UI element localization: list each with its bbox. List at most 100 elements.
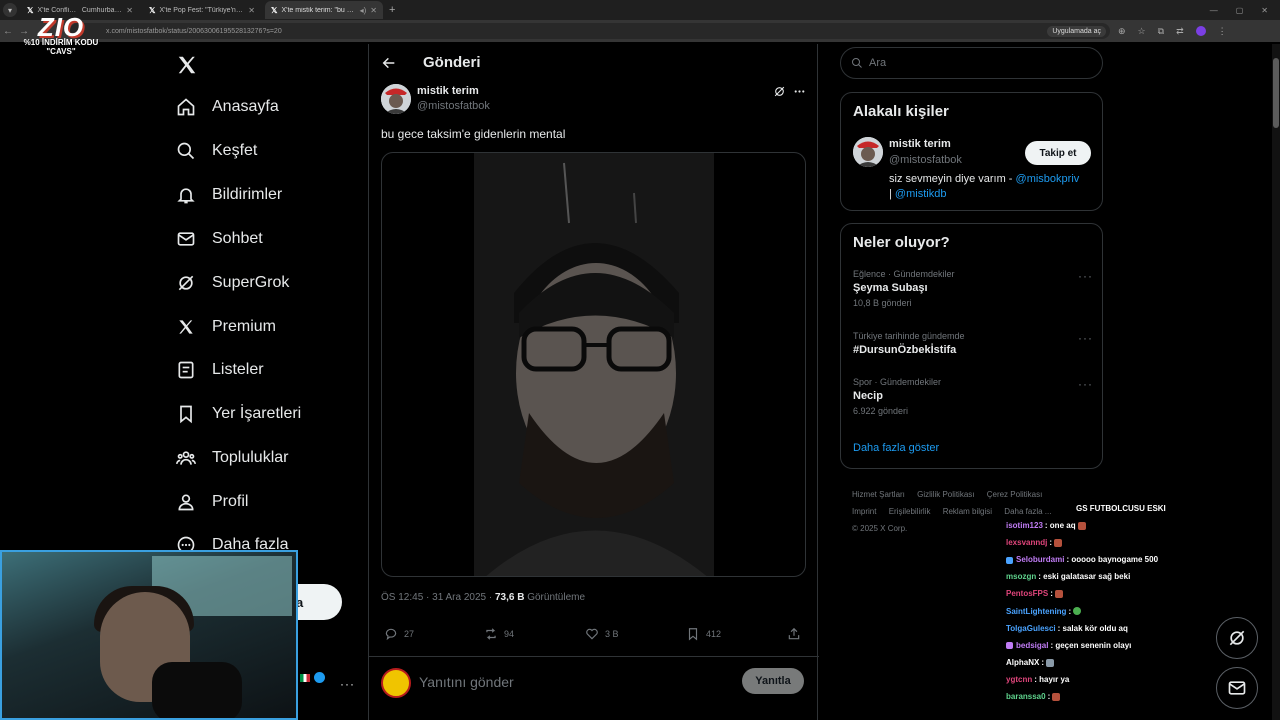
star-icon[interactable]: ☆ — [1138, 26, 1146, 37]
more-options-icon[interactable] — [793, 85, 806, 98]
footer-link[interactable]: Gizlilik Politikası — [917, 490, 974, 499]
chat-user: msozgn — [1006, 572, 1037, 582]
nav-messages[interactable]: Sohbet — [176, 229, 263, 249]
search-input[interactable]: Ara — [840, 47, 1103, 79]
search-icon — [177, 142, 195, 160]
trend-more-icon[interactable]: ··· — [1078, 269, 1093, 283]
chat-message: lexsvanndj: — [1006, 534, 1206, 551]
open-in-app-chip[interactable]: Uygulamada aç — [1047, 25, 1106, 37]
nav-notifications[interactable]: Bildirimler — [176, 185, 282, 205]
reply-button[interactable]: Yanıtla — [742, 668, 804, 694]
post-button[interactable]: a — [296, 584, 342, 620]
reply-input[interactable]: Yanıtını gönder — [419, 674, 514, 690]
trend-count: 6.922 gönderi — [853, 406, 909, 416]
search-placeholder: Ara — [869, 57, 887, 69]
chat-text: : — [1041, 657, 1045, 667]
browser-avatar[interactable] — [1195, 25, 1206, 36]
nav-explore[interactable]: Keşfet — [176, 141, 257, 161]
back-nav-icon[interactable]: ← — [0, 26, 16, 37]
chat-message: ygtcnn: hayır ya — [1006, 671, 1206, 688]
footer-link[interactable]: Imprint — [852, 507, 876, 516]
post-author-avatar[interactable] — [381, 84, 411, 114]
trend-context: Spor · Gündemdekiler — [853, 377, 942, 387]
x-logo-icon[interactable] — [176, 54, 198, 76]
scrollbar-thumb[interactable] — [1273, 58, 1279, 128]
like-count: 3 B — [605, 629, 619, 639]
post-author-name[interactable]: mistik terim — [417, 85, 479, 97]
like-action[interactable]: 3 B — [585, 627, 619, 641]
chat-message: bedsigal: geçen senenin olayı — [1006, 637, 1206, 654]
tab-title: X'te Pop Fest: "Türkiye'nin yeni — [159, 6, 244, 14]
minimize-icon[interactable]: — — [1210, 6, 1218, 15]
footer-link[interactable]: Hizmet Şartları — [852, 490, 905, 499]
nav-supergrok[interactable]: SuperGrok — [176, 273, 289, 293]
trend-count: 10,8 B gönderi — [853, 298, 912, 308]
nav-home[interactable]: Anasayfa — [176, 97, 279, 117]
reply-action[interactable]: 27 — [384, 627, 414, 641]
follow-button[interactable]: Takip et — [1025, 141, 1091, 165]
nav-communities[interactable]: Topluluklar — [176, 448, 288, 468]
related-avatar[interactable] — [853, 137, 883, 167]
browser-tab[interactable]: 𝕏 X'te Pop Fest: "Türkiye'nin yeni ✕ — [143, 1, 261, 19]
account-switcher[interactable] — [300, 672, 325, 683]
tab-close-icon[interactable]: ✕ — [126, 6, 133, 15]
account-more-icon[interactable]: ··· — [340, 677, 355, 691]
nav-lists[interactable]: Listeler — [176, 360, 264, 380]
show-more-link[interactable]: Daha fazla göster — [853, 442, 939, 454]
chat-user: TolgaGulesci — [1006, 623, 1056, 633]
nav-label: Sohbet — [212, 230, 263, 247]
speaker-icon[interactable]: ◂) — [360, 6, 367, 15]
maximize-icon[interactable]: ▢ — [1236, 6, 1244, 15]
grok-float-button[interactable] — [1216, 617, 1258, 659]
browser-menu-icon[interactable]: ⋮ — [1218, 26, 1227, 37]
page-scrollbar[interactable] — [1272, 44, 1280, 720]
post-video[interactable] — [381, 152, 806, 577]
related-name[interactable]: mistik terim — [889, 138, 951, 150]
profile-switch-icon[interactable]: ⇄ — [1176, 26, 1184, 37]
tab-search-icon[interactable]: ▾ — [3, 3, 17, 17]
bookmark-action[interactable]: 412 — [686, 627, 721, 641]
post-time[interactable]: ÖS 12:45 · 31 Ara 2025 · — [381, 592, 495, 603]
messages-float-button[interactable] — [1216, 667, 1258, 709]
trend-item[interactable]: Türkiye tarihinde gündemde #DursunÖzbekİ… — [853, 331, 1093, 356]
share-action[interactable] — [787, 627, 801, 641]
back-arrow-icon[interactable] — [381, 55, 397, 71]
share-icon — [788, 627, 800, 640]
grok-icon[interactable] — [773, 85, 786, 98]
nav-profile[interactable]: Profil — [176, 492, 248, 512]
chat-message: isotim123: one aq — [1006, 517, 1206, 534]
x-logo-icon — [179, 320, 193, 334]
tab-title: X'te mistik terim: "bu gece t — [281, 6, 355, 14]
trend-item[interactable]: Spor · Gündemdekiler Necip 6.922 gönderi… — [853, 377, 1093, 416]
window-close-icon[interactable]: ✕ — [1261, 6, 1268, 15]
tab-close-icon[interactable]: ✕ — [248, 6, 255, 15]
browser-tab-active[interactable]: 𝕏 X'te mistik terim: "bu gece t ◂) ✕ — [265, 1, 383, 19]
tab-close-icon[interactable]: ✕ — [370, 6, 377, 15]
chat-message: baranssa0: — [1006, 688, 1206, 705]
nav-bookmarks[interactable]: Yer İşaretleri — [176, 404, 301, 424]
nav-label: Profil — [212, 493, 249, 510]
trend-item[interactable]: Eğlence · Gündemdekiler Şeyma Subaşı 10,… — [853, 269, 1093, 308]
emote-icon — [1077, 521, 1086, 530]
repost-action[interactable]: 94 — [484, 627, 514, 641]
bell-icon — [177, 188, 195, 204]
bio-link[interactable]: @mistikdb — [895, 188, 947, 200]
post-author-handle[interactable]: @mistosfatbok — [417, 100, 490, 112]
chat-user: AlphaNX — [1006, 657, 1040, 667]
related-handle[interactable]: @mistosfatbok — [889, 154, 962, 166]
extensions-icon[interactable]: ⧉ — [1158, 26, 1164, 37]
chat-message: Seloburdami: ooooo baynogame 500 — [1006, 551, 1206, 568]
zoom-icon[interactable]: ⊕ — [1118, 26, 1126, 37]
url-field[interactable]: x.com/mistosfatbok/status/20063006195528… — [70, 23, 1110, 39]
trend-more-icon[interactable]: ··· — [1078, 377, 1093, 391]
footer-link[interactable]: Reklam bilgisi — [943, 507, 992, 516]
bio-text: siz sevmeyin diye varım - — [889, 173, 1016, 185]
my-avatar[interactable] — [381, 668, 411, 698]
new-tab-icon[interactable]: + — [389, 4, 395, 16]
nav-premium[interactable]: Premium — [176, 317, 276, 337]
bio-link[interactable]: @misbokpriv — [1016, 173, 1080, 185]
trend-more-icon[interactable]: ··· — [1078, 331, 1093, 345]
footer-link[interactable]: Erişilebilirlik — [889, 507, 931, 516]
url-text: x.com/mistosfatbok/status/20063006195528… — [106, 27, 282, 35]
footer-link[interactable]: Çerez Politikası — [987, 490, 1043, 499]
